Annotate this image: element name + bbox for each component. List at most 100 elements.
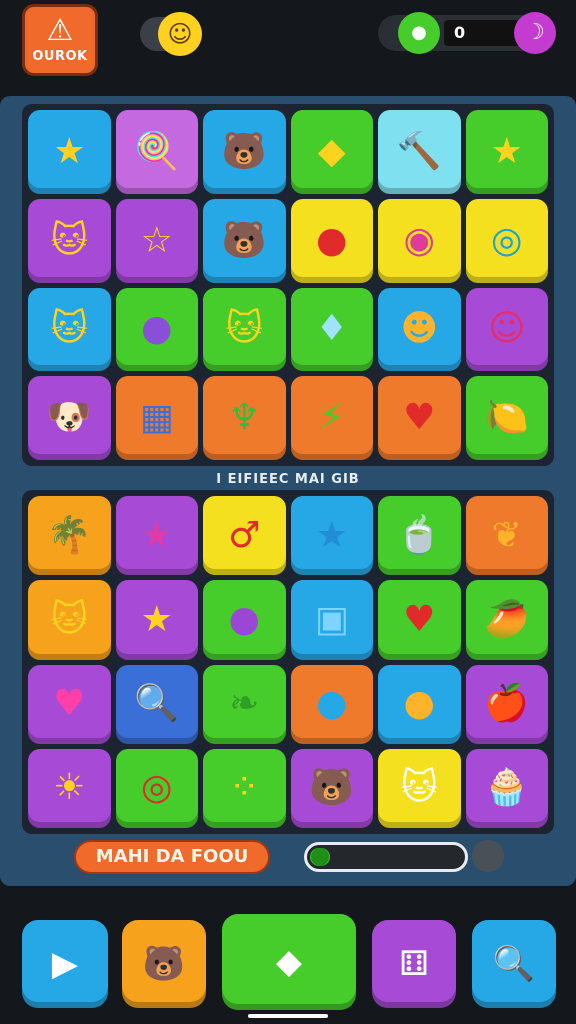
settings-circle-button[interactable] [472,840,504,872]
nav-search-button[interactable]: 🔍 [472,920,556,1008]
tile-icon: ♥ [403,598,436,640]
top-grid-tile[interactable]: ♦ [290,287,373,372]
tile-icon: ★ [140,514,173,556]
logo-icon: ⚠ [46,13,74,48]
bottom-grid-tile[interactable]: 🌴 [28,496,111,576]
top-grid-tile[interactable]: ◆ [290,110,373,194]
top-grid-tile[interactable]: ◎ [465,198,548,283]
bottom-grid-tile[interactable]: 🐱 [28,580,111,660]
top-grid-tile[interactable]: 🍋 [465,376,548,460]
moon-icon[interactable]: ☽ [514,12,556,54]
tile-icon: 🐱 [225,308,264,350]
top-grid-tile[interactable]: ● [290,198,373,283]
gem-counter: ● 0 ☽ [378,12,556,54]
bottom-grid-tile[interactable]: ♥ [378,580,461,660]
top-grid-tile[interactable]: 🐱 [28,287,111,372]
tile-icon: ☀ [53,767,86,809]
bottom-grid-tile[interactable]: ● [378,664,461,744]
tile-icon: ★ [53,130,86,172]
top-grid-tile[interactable]: ▦ [115,376,198,460]
tile-icon: 🐻 [221,219,267,261]
tile-icon: ♆ [228,397,261,439]
mood-toggle[interactable]: ☺ [140,12,202,56]
tile-icon: ♦ [315,308,348,350]
tile-icon: ☺ [487,308,526,350]
bottom-grid-tile[interactable]: ★ [115,496,198,576]
tile-icon: ♥ [53,683,86,725]
top-grid-tile[interactable]: ☺ [465,287,548,372]
tile-icon: 🐻 [309,767,355,809]
tile-icon: 🐱 [50,219,89,261]
tile-icon: ● [141,308,173,350]
logo-text: OUROK [32,49,88,64]
bottom-grid-tile[interactable]: ♥ [28,664,111,744]
bottom-grid-tile[interactable]: 🐱 [378,748,461,828]
bottom-grid-tile[interactable]: 🥭 [465,580,548,660]
bottom-grid-tile[interactable]: ☀ [28,748,111,828]
top-grid-tile[interactable]: 🐱 [203,287,286,372]
tile-icon: ● [403,683,435,725]
tile-icon: 🍋 [484,397,530,439]
tile-grid-top: ★ 🍭 🐻 ◆ 🔨 ★ 🐱 ☆ 🐻 ● ◉ ◎ 🐱 ● 🐱 ♦ ☻ ☺ 🐶 ▦ ♆ ⚡ ♥ 🍋 [22,104,554,466]
bottom-grid-tile[interactable]: ◎ [115,748,198,828]
top-grid-tile[interactable]: ◉ [378,198,461,283]
top-grid-tile[interactable]: 🔨 [378,110,461,194]
counter-value: 0 [454,23,466,42]
tile-icon: 🔨 [396,130,442,172]
top-grid-tile[interactable]: 🐶 [28,376,111,460]
section-label: I EIFIEEC MAI GIB [216,472,360,487]
nav-home-button[interactable]: ◆ [222,914,356,1010]
top-grid-tile[interactable]: 🍭 [115,110,198,194]
top-grid-tile[interactable]: ☆ [115,198,198,283]
top-grid-tile[interactable]: ★ [28,110,111,194]
tile-icon: 🧁 [484,767,530,809]
bottom-grid-tile[interactable]: ● [203,580,286,660]
top-grid-tile[interactable]: 🐻 [203,110,286,194]
tile-icon: 🍭 [134,130,180,172]
bottom-grid-tile[interactable]: 🔍 [115,664,198,744]
bottom-grid-tile[interactable]: 🐻 [290,748,373,828]
tile-icon: ❦ [491,514,522,556]
character-icon: 🐻 [142,944,186,984]
tile-icon: ♂ [228,514,261,556]
tile-icon: 🥭 [484,598,530,640]
top-grid-tile[interactable]: ♥ [378,376,461,460]
bottom-grid-tile[interactable]: ★ [290,496,373,576]
bottom-grid-tile[interactable]: ♂ [203,496,286,576]
bottom-grid-tile[interactable]: 🍎 [465,664,548,744]
tile-icon: ● [316,219,348,261]
tile-icon: ◎ [491,219,523,261]
tile-icon: ◆ [317,130,346,172]
tile-icon: ▣ [314,598,349,640]
top-grid-tile[interactable]: ● [115,287,198,372]
top-grid-tile[interactable]: ☻ [378,287,461,372]
top-grid-tile[interactable]: 🐱 [28,198,111,283]
top-grid-tile[interactable]: ★ [465,110,548,194]
progress-dot-icon [311,848,329,866]
tile-icon: ★ [315,514,348,556]
tile-icon: ● [316,683,348,725]
bottom-grid-tile[interactable]: ⁘ [203,748,286,828]
bottom-grid-tile[interactable]: ❦ [465,496,548,576]
nav-dice-button[interactable]: ⚅ [372,920,456,1008]
play-icon: ▶ [51,944,79,984]
bottom-grid-tile[interactable]: 🍵 [378,496,461,576]
top-grid-tile[interactable]: ⚡ [290,376,373,460]
game-board: ★ 🍭 🐻 ◆ 🔨 ★ 🐱 ☆ 🐻 ● ◉ ◎ 🐱 ● 🐱 ♦ ☻ ☺ 🐶 ▦ ♆ ⚡ ♥ 🍋 I EIFIEEC MAI G… [0,96,576,886]
tile-icon: ◉ [403,219,435,261]
tile-icon: ❧ [229,683,260,725]
bottom-grid-tile[interactable]: ▣ [290,580,373,660]
nav-character-button[interactable]: 🐻 [122,920,206,1008]
nav-play-button[interactable]: ▶ [22,920,108,1008]
tile-icon: ● [228,598,260,640]
tile-icon: 🐱 [50,308,89,350]
top-grid-tile[interactable]: 🐻 [203,198,286,283]
top-grid-tile[interactable]: ♆ [203,376,286,460]
game-logo[interactable]: ⚠ OUROK [22,4,98,76]
bottom-grid-tile[interactable]: ● [290,664,373,744]
tile-grid-bottom: 🌴 ★ ♂ ★ 🍵 ❦ 🐱 ★ ● ▣ ♥ 🥭 ♥ 🔍 ❧ ● ● 🍎 ☀ ◎ ⁘ 🐻 🐱 🧁 [22,490,554,834]
bottom-grid-tile[interactable]: ★ [115,580,198,660]
bottom-grid-tile[interactable]: 🧁 [465,748,548,828]
bottom-grid-tile[interactable]: ❧ [203,664,286,744]
action-button[interactable]: MAHI DA FOOU [74,840,270,874]
